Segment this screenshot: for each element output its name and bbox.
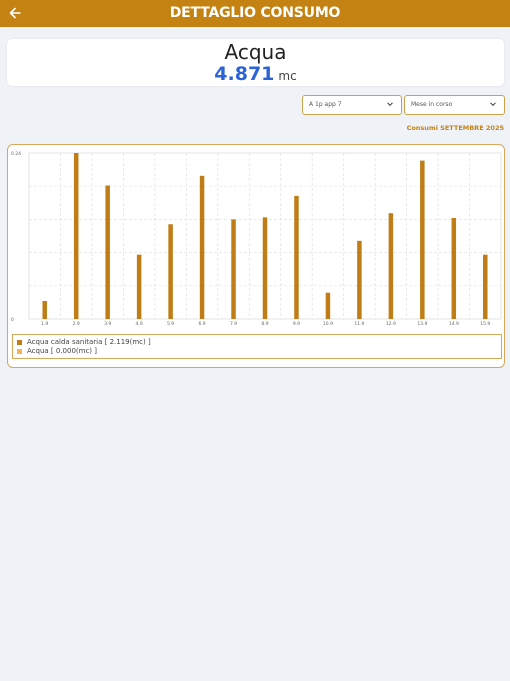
- x-tick-label: 12.9: [386, 321, 396, 327]
- bar: [357, 240, 362, 319]
- x-tick-label: 6.9: [198, 321, 205, 327]
- y-tick-label: 0.24: [11, 151, 21, 157]
- legend-label: Acqua [ 0.000(mc) ]: [27, 347, 97, 355]
- bar: [388, 213, 394, 319]
- bar: [105, 185, 110, 319]
- bar: [168, 224, 173, 319]
- legend-item-water[interactable]: Acqua [ 0.000(mc) ]: [17, 347, 97, 356]
- bar: [483, 254, 488, 319]
- x-tick-label: 13.9: [417, 321, 427, 327]
- x-tick-label: 2.9: [73, 321, 80, 327]
- bar: [325, 292, 331, 319]
- bar: [42, 301, 47, 319]
- apartment-select-value: A 1p app 7: [309, 101, 342, 108]
- y-tick-label: 0: [11, 317, 14, 323]
- apartment-select[interactable]: A 1p app 7: [302, 95, 402, 115]
- x-tick-label: 15.9: [480, 321, 490, 327]
- bar: [294, 195, 299, 319]
- chevron-down-icon: [387, 102, 393, 107]
- consumption-summary-card: Acqua 4.871 mc: [7, 39, 504, 86]
- chart-card: 0 0.24 1.9 2.9 3.9 4.9 5.9 6.9 7.9 8.9 9.9 10.9 11.9…: [7, 144, 505, 368]
- bar: [136, 254, 142, 319]
- total-value: 4.871: [214, 63, 275, 85]
- bar: [420, 160, 425, 319]
- legend-item-hot-water[interactable]: Acqua calda sanitaria [ 2.119(mc) ]: [17, 338, 151, 347]
- bar: [199, 175, 205, 319]
- chevron-down-icon: [490, 102, 496, 107]
- total-value-row: 4.871 mc: [7, 63, 504, 85]
- x-tick-label: 14.9: [449, 321, 459, 327]
- total-unit: mc: [278, 69, 297, 83]
- page-title: DETTAGLIO CONSUMO: [169, 5, 341, 21]
- x-tick-label: 7.9: [230, 321, 237, 327]
- x-tick-label: 8.9: [261, 321, 268, 327]
- x-tick-label: 5.9: [167, 321, 174, 327]
- legend-label: Acqua calda sanitaria [ 2.119(mc) ]: [27, 338, 151, 346]
- bar: [262, 217, 268, 319]
- chart-legend: Acqua calda sanitaria [ 2.119(mc) ] Acqu…: [12, 334, 502, 359]
- period-label: Consumi SETTEMBRE 2025: [406, 124, 504, 132]
- period-select-value: Mese in corso: [411, 101, 453, 108]
- bar: [451, 218, 457, 319]
- x-tick-label: 10.9: [323, 321, 333, 327]
- x-tick-label: 3.9: [104, 321, 111, 327]
- legend-swatch: [17, 348, 22, 354]
- bar: [73, 153, 79, 319]
- legend-swatch: [17, 339, 22, 345]
- x-tick-label: 4.9: [136, 321, 143, 327]
- period-select[interactable]: Mese in corso: [404, 95, 505, 115]
- app-header: DETTAGLIO CONSUMO: [0, 0, 510, 27]
- consumption-bar-chart: 0 0.24 1.9 2.9 3.9 4.9 5.9 6.9 7.9 8.9 9.9 10.9 11.9…: [11, 151, 502, 327]
- x-tick-label: 1.9: [41, 321, 48, 327]
- x-tick-label: 11.9: [354, 321, 364, 327]
- x-tick-label: 9.9: [293, 321, 300, 327]
- bar: [231, 219, 236, 319]
- utility-name: Acqua: [224, 40, 287, 64]
